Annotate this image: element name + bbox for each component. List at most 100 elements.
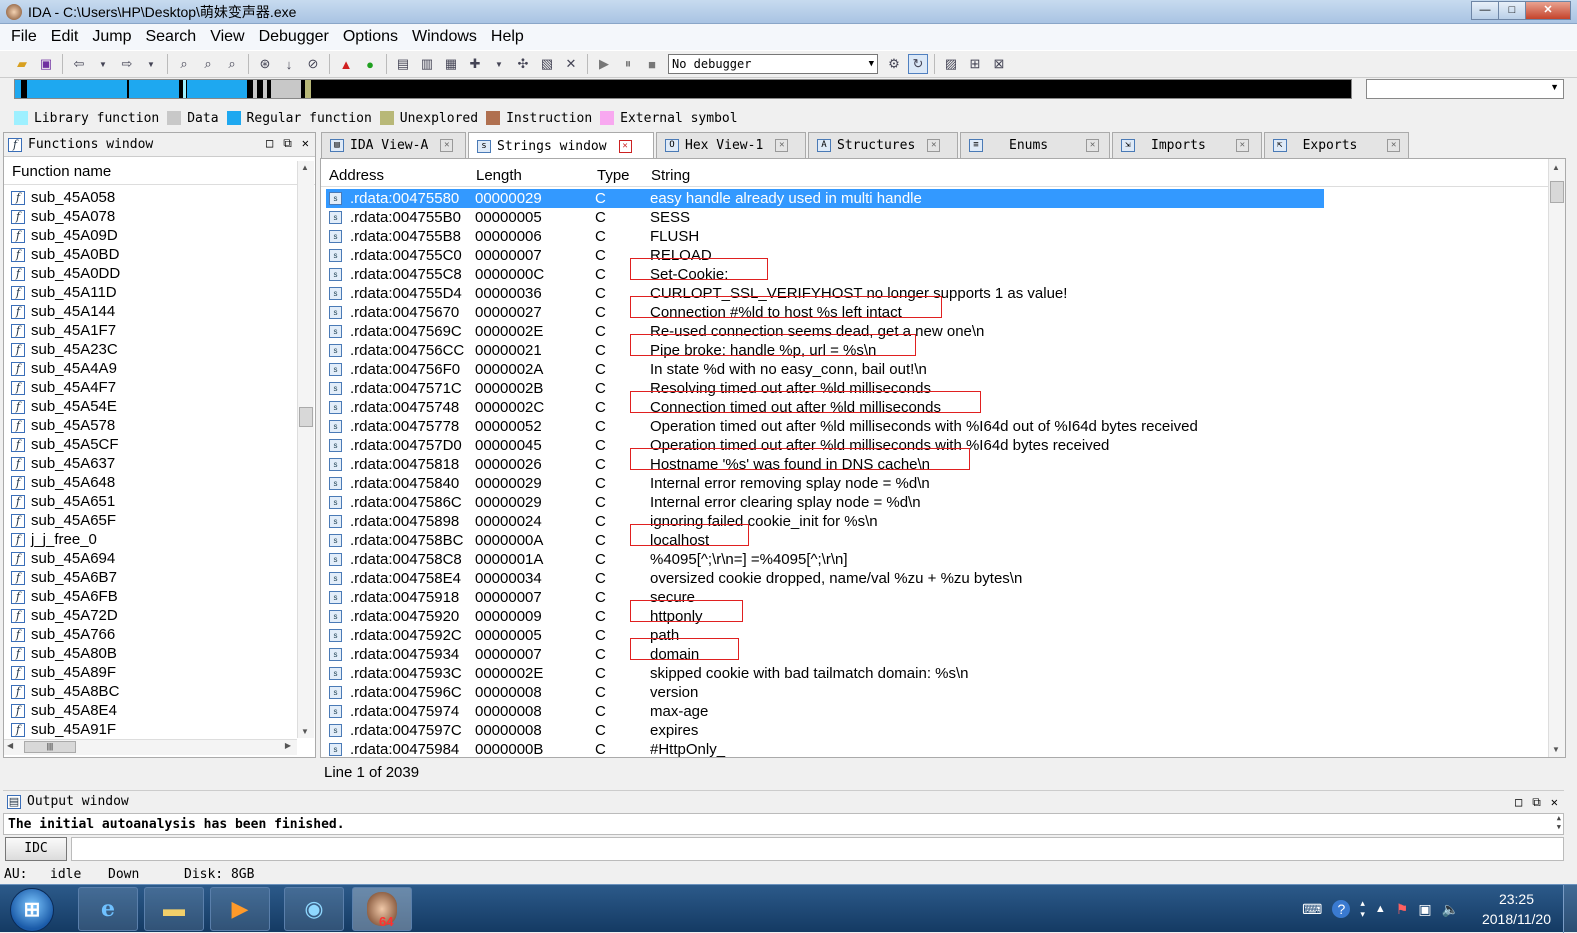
xref-icon[interactable]: ⊞ xyxy=(965,54,985,74)
column-length[interactable]: Length xyxy=(476,167,522,184)
make-code-icon[interactable]: ▤ xyxy=(393,54,413,74)
string-row[interactable]: s .rdata:004758BC 0000000A Clocalhost xyxy=(321,531,1549,550)
function-row[interactable]: f sub_45A5CF xyxy=(4,435,296,454)
function-row[interactable]: f sub_45A09D xyxy=(4,226,296,245)
warning-icon[interactable]: ▲ xyxy=(336,54,356,74)
taskbar-media-player-icon[interactable]: ▶ xyxy=(210,887,270,931)
panel-close-icon[interactable]: ✕ xyxy=(1551,795,1558,810)
add-icon[interactable]: ✚ xyxy=(465,54,485,74)
show-hidden-icons-icon[interactable]: ▲ xyxy=(1375,903,1386,915)
jump-down-icon[interactable]: ↓ xyxy=(279,54,299,74)
string-row[interactable]: s .rdata:0047569C 0000002E C Re-used connect… xyxy=(321,322,1549,341)
string-row[interactable]: s .rdata:0047597C 00000008 Cexpires xyxy=(321,721,1549,740)
string-row[interactable]: s .rdata:00475974 00000008 Cmax-age xyxy=(321,702,1549,721)
string-row[interactable]: s .rdata:00475918 00000007 Csecure xyxy=(321,588,1549,607)
command-input[interactable] xyxy=(71,837,1564,861)
flow-icon[interactable]: ⊠ xyxy=(989,54,1009,74)
menu-edit[interactable]: Edit xyxy=(44,28,86,46)
function-row[interactable]: f sub_45A4F7 xyxy=(4,378,296,397)
function-row[interactable]: f sub_45A144 xyxy=(4,302,296,321)
string-row[interactable]: s .rdata:004758E4 00000034 Coversized cooki… xyxy=(321,569,1549,588)
minimize-button[interactable]: — xyxy=(1471,1,1499,20)
column-type[interactable]: Type xyxy=(597,167,630,184)
open-icon[interactable]: ▰ xyxy=(12,54,32,74)
green-status-icon[interactable]: ● xyxy=(360,54,380,74)
string-row[interactable]: s .rdata:00475920 00000009 Chttponly xyxy=(321,607,1549,626)
function-row[interactable]: f sub_45A651 xyxy=(4,492,296,511)
tab-close-icon[interactable]: ✕ xyxy=(1235,139,1249,152)
attach-icon[interactable]: ↻ xyxy=(908,54,928,74)
string-row[interactable]: s .rdata:004755C0 00000007 C RELOAD xyxy=(321,246,1549,265)
function-row[interactable]: f sub_45A72D xyxy=(4,606,296,625)
string-row[interactable]: s .rdata:004756F0 0000002A C In state %d wit… xyxy=(321,360,1549,379)
function-row[interactable]: f sub_45A694 xyxy=(4,549,296,568)
column-string[interactable]: String xyxy=(651,167,690,184)
back-dropdown-icon[interactable]: ▼ xyxy=(93,54,113,74)
graph-icon[interactable]: ▨ xyxy=(941,54,961,74)
action-center-icon[interactable]: ⚑ xyxy=(1396,901,1409,918)
function-row[interactable]: f sub_45A80B xyxy=(4,644,296,663)
stop-icon[interactable]: ■ xyxy=(642,54,662,74)
array-icon[interactable]: ▧ xyxy=(537,54,557,74)
function-name-header[interactable]: Function name xyxy=(4,157,315,185)
tab-ida-view-a[interactable]: ▤ IDA View-A ✕ xyxy=(321,132,466,158)
forward-icon[interactable]: ⇨ xyxy=(117,54,137,74)
string-row[interactable]: s .rdata:0047586C 00000029 C Internal error … xyxy=(321,493,1549,512)
function-row[interactable]: f sub_45A54E xyxy=(4,397,296,416)
function-row[interactable]: f sub_45A578 xyxy=(4,416,296,435)
tab-close-icon[interactable]: ✕ xyxy=(618,139,632,153)
tab-imports[interactable]: ⇲ Imports ✕ xyxy=(1112,132,1262,158)
strings-vertical-scrollbar[interactable]: ▲ ▼ xyxy=(1548,159,1565,757)
menu-debugger[interactable]: Debugger xyxy=(252,28,336,46)
string-row[interactable]: s .rdata:004758C8 0000001A C %4095[^;\r\n=] … xyxy=(321,550,1549,569)
tab-exports[interactable]: ⇱ Exports ✕ xyxy=(1264,132,1409,158)
maximize-button[interactable]: □ xyxy=(1498,1,1526,20)
column-address[interactable]: Address xyxy=(329,167,384,184)
panel-float-icon[interactable]: ⧉ xyxy=(283,136,292,151)
menu-search[interactable]: Search xyxy=(138,28,203,46)
tab-structures[interactable]: A Structures ✕ xyxy=(808,132,958,158)
function-row[interactable]: f sub_45A1F7 xyxy=(4,321,296,340)
function-row[interactable]: f sub_45A058 xyxy=(4,188,296,207)
function-row[interactable]: f sub_45A6B7 xyxy=(4,568,296,587)
tab-close-icon[interactable]: ✕ xyxy=(927,139,941,152)
panel-close-icon[interactable]: ✕ xyxy=(302,136,309,151)
taskbar-ida-icon[interactable]: 64 xyxy=(352,887,412,931)
menu-view[interactable]: View xyxy=(203,28,251,46)
add-dropdown-icon[interactable]: ▼ xyxy=(489,54,509,74)
string-row[interactable]: s .rdata:00475580 00000029 Ceasy handle alr… xyxy=(321,189,1549,208)
tab-strings-window[interactable]: s Strings window ✕ xyxy=(468,132,654,159)
function-row[interactable]: f sub_45A65F xyxy=(4,511,296,530)
functions-vertical-scrollbar[interactable]: ▲ ▼ xyxy=(297,161,314,738)
taskbar-explorer-icon[interactable]: ▬ xyxy=(144,887,204,931)
taskbar-network-icon[interactable]: ◉ xyxy=(284,887,344,931)
string-row[interactable]: s .rdata:004756CC 00000021 C Pipe broke: han… xyxy=(321,341,1549,360)
search-immediate-icon[interactable]: ⌕ xyxy=(222,54,242,74)
function-row[interactable]: f sub_45A078 xyxy=(4,207,296,226)
string-row[interactable]: s .rdata:00475898 00000024 Cignoring failed… xyxy=(321,512,1549,531)
function-row[interactable]: f sub_45A8BC xyxy=(4,682,296,701)
search-text-icon[interactable]: ⌕ xyxy=(174,54,194,74)
function-row[interactable]: f sub_45A0DD xyxy=(4,264,296,283)
menu-options[interactable]: Options xyxy=(336,28,405,46)
string-row[interactable]: s .rdata:0047596C 00000008 Cversion xyxy=(321,683,1549,702)
panel-float-icon[interactable]: ⧉ xyxy=(1532,795,1541,810)
back-icon[interactable]: ⇦ xyxy=(69,54,89,74)
function-row[interactable]: f sub_45A23C xyxy=(4,340,296,359)
function-row[interactable]: f sub_45A11D xyxy=(4,283,296,302)
string-row[interactable]: s .rdata:00475984 0000000B C #HttpOnly_ xyxy=(321,740,1549,759)
string-row[interactable]: s .rdata:00475840 00000029 C Internal error … xyxy=(321,474,1549,493)
string-row[interactable]: s .rdata:0047593C 0000002E Cskipped cookie … xyxy=(321,664,1549,683)
tab-close-icon[interactable]: ✕ xyxy=(775,139,789,152)
menu-jump[interactable]: Jump xyxy=(85,28,138,46)
function-row[interactable]: f sub_45A766 xyxy=(4,625,296,644)
functions-horizontal-scrollbar[interactable]: ◀ ||| ▶ xyxy=(4,739,297,755)
undefine-icon[interactable]: ✕ xyxy=(561,54,581,74)
string-row[interactable]: s .rdata:0047592C 00000005 Cpath xyxy=(321,626,1549,645)
string-row[interactable]: s .rdata:004755C8 0000000C C Set-Cookie: xyxy=(321,265,1549,284)
forward-dropdown-icon[interactable]: ▼ xyxy=(141,54,161,74)
clock[interactable]: 23:25 2018/11/20 xyxy=(1482,889,1551,929)
run-icon[interactable]: ▶ xyxy=(594,54,614,74)
panel-maximize-icon[interactable]: □ xyxy=(1515,795,1522,810)
show-desktop-button[interactable] xyxy=(1563,885,1577,933)
